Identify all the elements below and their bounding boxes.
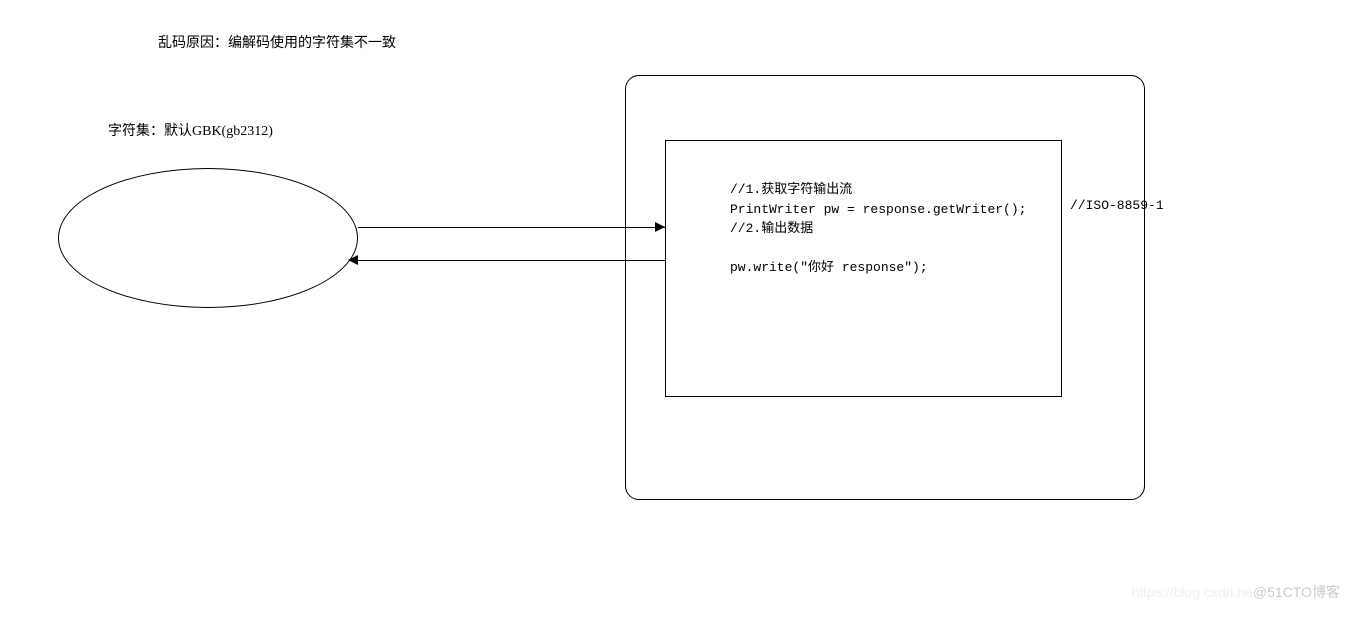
iso-comment: //ISO-8859-1 [1070,198,1164,213]
charset-label: 字符集：默认GBK(gb2312) [108,120,273,140]
watermark: https://blog.csdn.ne@51CTO博客 [1131,582,1340,602]
watermark-url: https://blog.csdn.ne [1131,584,1252,600]
client-ellipse [58,168,358,308]
code-block: //1.获取字符输出流 PrintWriter pw = response.ge… [730,180,1026,278]
watermark-text: @51CTO博客 [1253,584,1340,600]
arrow-right-icon [655,222,665,232]
code-line-5: pw.write("你好 response"); [730,260,928,275]
arrow-request-line [358,227,665,228]
diagram-title: 乱码原因：编解码使用的字符集不一致 [158,32,396,52]
code-line-1: //1.获取字符输出流 [730,182,852,197]
code-line-2: PrintWriter pw = response.getWriter(); [730,202,1026,217]
arrow-response-line [358,260,665,261]
arrow-left-icon [348,255,358,265]
code-line-3: //2.输出数据 [730,221,813,236]
